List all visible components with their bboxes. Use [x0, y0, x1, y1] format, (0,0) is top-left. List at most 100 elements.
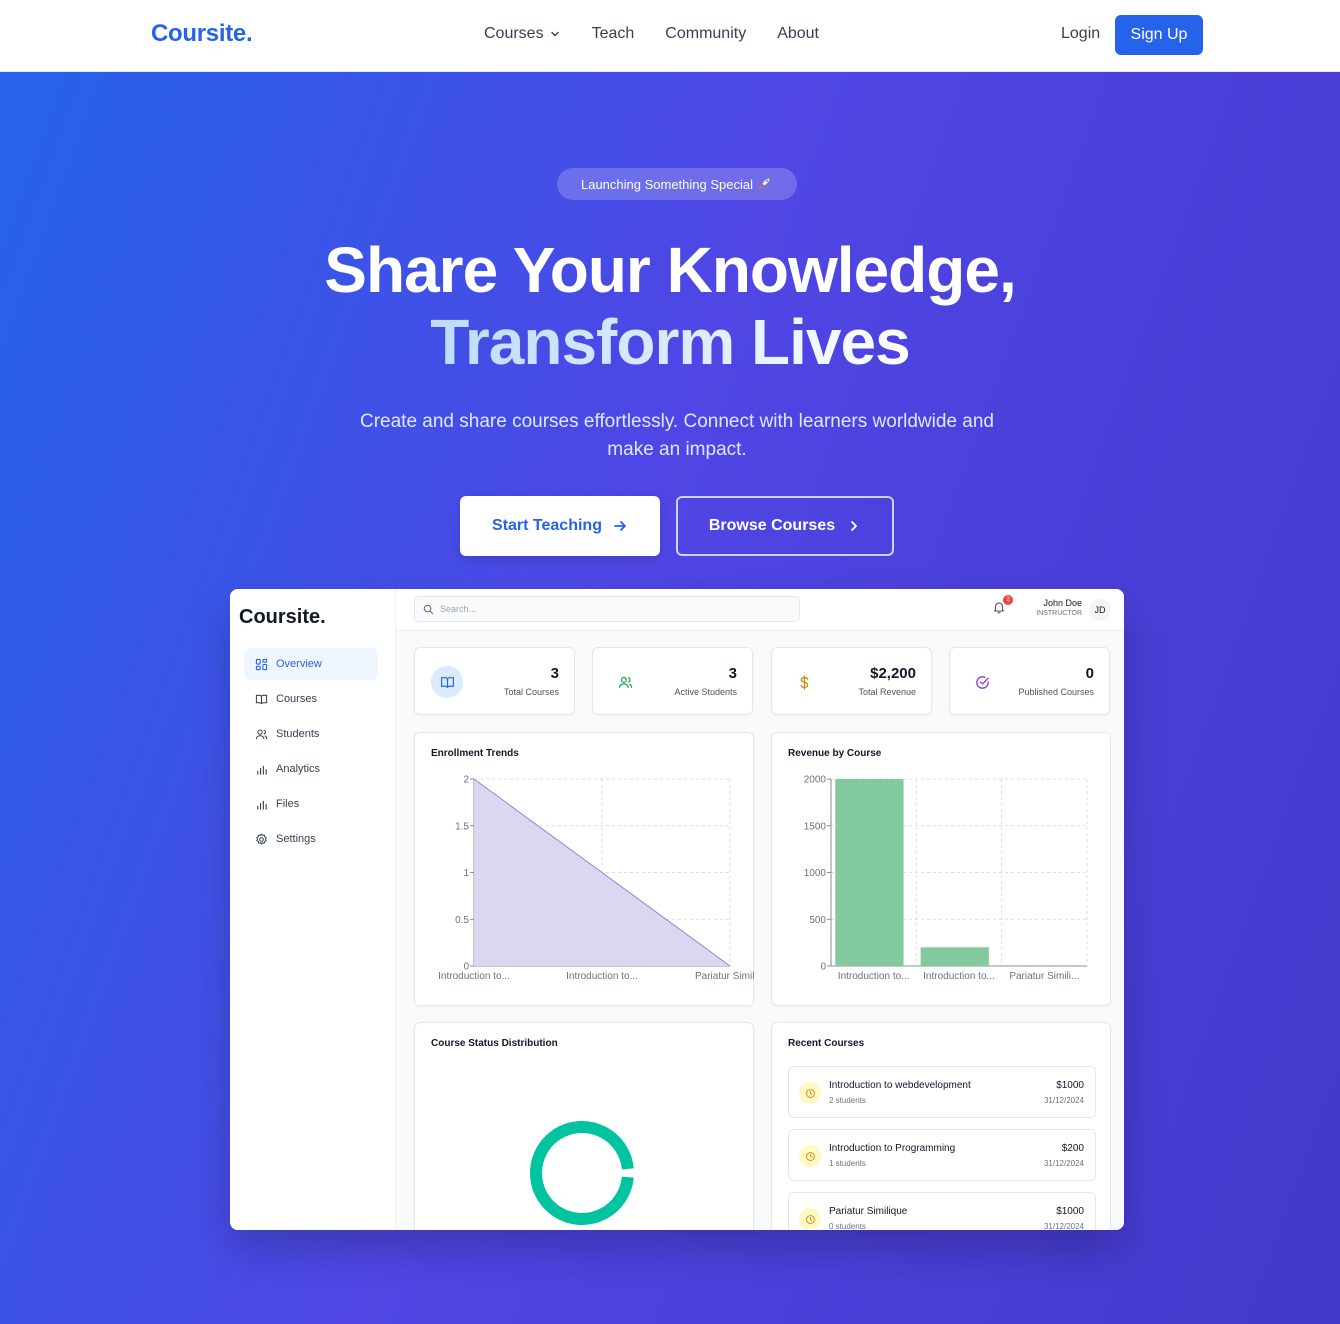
- hero-subtitle: Create and share courses effortlessly. C…: [359, 411, 994, 460]
- users-icon: [609, 666, 641, 698]
- sidebar-item-label: Students: [276, 728, 320, 740]
- y-tick-label: 2: [463, 775, 469, 786]
- gear-icon: [256, 833, 267, 845]
- bar: [920, 947, 989, 966]
- y-tick-label: 2000: [804, 775, 827, 786]
- y-tick-label: 1: [463, 868, 469, 879]
- x-tick-label: Pariatur Simili...: [695, 971, 755, 982]
- course-status-card: Course Status Distribution: [414, 1022, 754, 1230]
- hero-title-line1: Share Your Knowledge,: [324, 234, 1016, 306]
- y-tick-label: 500: [809, 915, 826, 926]
- browse-courses-button[interactable]: Browse Courses: [676, 496, 894, 556]
- recent-course-title: Introduction to Programming: [829, 1143, 956, 1154]
- recent-course-item[interactable]: Introduction to webdevelopment 2 student…: [788, 1066, 1096, 1118]
- stat-card-published-courses: 0 Published Courses: [949, 647, 1110, 715]
- avatar[interactable]: JD: [1089, 599, 1111, 621]
- book-icon: [431, 666, 463, 698]
- donut-slice: [530, 1121, 634, 1225]
- recent-course-date: 31/12/2024: [1043, 1096, 1084, 1105]
- recent-course-item[interactable]: Introduction to Programming 1 students $…: [788, 1129, 1096, 1181]
- clock-icon: [799, 1145, 821, 1167]
- x-tick-label: Pariatur Simili...: [1009, 971, 1079, 982]
- stat-card-active-students: 3 Active Students: [592, 647, 753, 715]
- nav-link-about[interactable]: About: [777, 25, 819, 43]
- recent-course-price: $1000: [1056, 1206, 1084, 1217]
- user-name: John Doe: [1043, 598, 1082, 608]
- bar-chart-icon: [257, 800, 267, 810]
- sidebar-item-files[interactable]: Files: [244, 788, 378, 820]
- hero-title-gradient: Transform Lives: [430, 306, 910, 378]
- stat-value: $2,200: [870, 665, 916, 682]
- start-teaching-label: Start Teaching: [492, 517, 602, 534]
- hero-section: Launching Something Special Share Your K…: [0, 72, 1340, 1324]
- sidebar-item-label: Overview: [276, 658, 322, 670]
- stat-label: Total Courses: [503, 687, 559, 697]
- recent-course-price: $200: [1061, 1143, 1084, 1154]
- recent-course-students: 0 students: [829, 1222, 866, 1230]
- notification-badge: 2: [1003, 595, 1013, 605]
- y-tick-label: 1500: [804, 821, 827, 832]
- login-link[interactable]: Login: [1061, 25, 1100, 43]
- y-tick-label: 0: [820, 962, 826, 973]
- sidebar-item-overview[interactable]: Overview: [244, 648, 378, 680]
- stat-label: Published Courses: [1018, 687, 1094, 697]
- nav-link-community[interactable]: Community: [665, 25, 746, 43]
- dashboard-preview: Coursite. Overview Courses Students Anal…: [230, 589, 1124, 1230]
- enrollment-trends-card: Enrollment Trends 0 0.5 1 1.5 2 Introduction …: [414, 732, 755, 1006]
- grid-icon: [255, 658, 268, 670]
- start-teaching-button[interactable]: Start Teaching: [460, 496, 660, 556]
- recent-courses-title: Recent Courses: [788, 1038, 865, 1049]
- search-input[interactable]: Search...: [414, 596, 800, 622]
- stat-label: Total Revenue: [858, 687, 916, 697]
- clock-icon: [799, 1082, 821, 1104]
- y-tick-label: 1.5: [455, 821, 469, 832]
- dashboard-logo[interactable]: Coursite.: [239, 606, 326, 629]
- nav-link-courses[interactable]: Courses: [484, 25, 561, 43]
- sidebar-item-label: Analytics: [276, 763, 321, 775]
- site-logo[interactable]: Coursite.: [151, 20, 253, 48]
- launch-badge-label: Launching Something Special: [580, 176, 753, 192]
- signup-button[interactable]: Sign Up: [1115, 15, 1203, 55]
- bar: [835, 779, 904, 966]
- revenue-by-course-card: Revenue by Course 0 500 1000 1500 2000 Introd…: [771, 732, 1111, 1006]
- search-placeholder: Search...: [440, 604, 477, 614]
- sidebar-item-courses[interactable]: Courses: [244, 683, 378, 715]
- sidebar-item-label: Settings: [276, 833, 316, 845]
- stat-value: 0: [1085, 665, 1094, 682]
- sidebar-item-students[interactable]: Students: [244, 718, 378, 750]
- stat-value: 3: [728, 665, 737, 682]
- stat-card-total-courses: 3 Total Courses: [414, 647, 575, 715]
- hero-title-line2: Transform Lives: [0, 306, 1340, 378]
- recent-course-students: 2 students: [829, 1096, 866, 1105]
- recent-course-item[interactable]: Pariatur Similique 0 students $1000 31/1…: [788, 1192, 1096, 1230]
- recent-course-price: $1000: [1056, 1080, 1084, 1091]
- arrow-right-icon: [614, 521, 626, 531]
- course-status-chart: [530, 1121, 634, 1225]
- user-info[interactable]: John Doe INSTRUCTOR: [1026, 598, 1082, 617]
- clock-icon: [799, 1208, 821, 1230]
- dashboard-topbar: Search... 2 John Doe INSTRUCTOR JD: [396, 589, 1124, 631]
- users-icon: [255, 729, 268, 739]
- nav-links: Courses Teach Community About: [484, 25, 850, 43]
- search-icon: [423, 604, 434, 614]
- x-tick-label: Introduction to...: [438, 971, 510, 982]
- stat-value: 3: [550, 665, 559, 682]
- x-tick-label: Introduction to...: [566, 971, 638, 982]
- dashboard-sidebar: Coursite. Overview Courses Students Anal…: [230, 589, 396, 1230]
- revenue-by-course-chart: 0 500 1000 1500 2000 Introduction to... Introd…: [804, 775, 1088, 982]
- recent-course-title: Introduction to webdevelopment: [829, 1080, 971, 1091]
- sidebar-item-label: Files: [276, 798, 300, 810]
- recent-courses-card: Recent Courses Introduction to webdevelo…: [771, 1022, 1111, 1230]
- top-navbar: Coursite. Courses Teach Community About …: [0, 0, 1340, 72]
- sidebar-item-settings[interactable]: Settings: [244, 823, 378, 855]
- recent-course-title: Pariatur Similique: [829, 1206, 908, 1217]
- recent-course-students: 1 students: [829, 1159, 866, 1168]
- x-tick-label: Introduction to...: [838, 971, 910, 982]
- enrollment-trends-chart: 00.511.52Introduction to... Introduction …: [438, 775, 755, 983]
- y-tick-label: 0.5: [455, 915, 469, 926]
- sidebar-item-analytics[interactable]: Analytics: [244, 753, 378, 785]
- bar-chart-icon: [257, 765, 267, 775]
- nav-link-teach[interactable]: Teach: [592, 25, 635, 43]
- browse-courses-label: Browse Courses: [708, 517, 836, 534]
- rocket-icon: [757, 175, 773, 194]
